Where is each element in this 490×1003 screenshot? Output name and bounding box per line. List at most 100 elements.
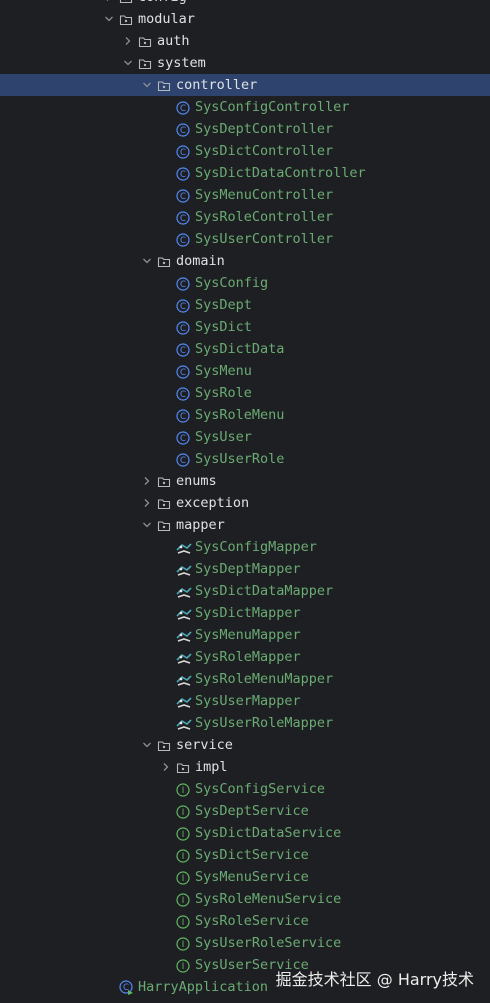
java-interface-icon: I (176, 870, 190, 884)
tree-item-label: impl (195, 756, 228, 778)
chevron-right-icon[interactable] (140, 492, 154, 514)
tree-item-sys-role-menu-mapper[interactable]: SysRoleMenuMapper (0, 668, 490, 690)
tree-folder-auth[interactable]: auth (0, 30, 490, 52)
package-folder-icon (157, 496, 171, 510)
tree-item-sys-dict-data-mapper[interactable]: SysDictDataMapper (0, 580, 490, 602)
tree-item-sys-dict-service[interactable]: ISysDictService (0, 844, 490, 866)
tree-item-sys-role-menu-service[interactable]: I SysRoleMenuService (0, 888, 490, 910)
java-class-icon: C (176, 342, 190, 356)
package-folder-icon (138, 34, 152, 48)
svg-text:C: C (180, 390, 186, 400)
svg-text:C: C (180, 412, 186, 422)
tree-item-label: SysRoleMenuService (195, 888, 341, 910)
tree-item-label: SysDeptService (195, 800, 309, 822)
svg-text:C: C (180, 368, 186, 378)
tree-item-label: SysMenuController (195, 184, 333, 206)
project-tree[interactable]: configmodularauthsystemcontrollerCSysCon… (0, 0, 490, 998)
java-interface-icon: I (176, 914, 190, 928)
tree-folder-impl[interactable]: impl (0, 756, 490, 778)
tree-item-sys-menu-mapper[interactable]: SysMenuMapper (0, 624, 490, 646)
tree-item-sys-dict-mapper[interactable]: SysDictMapper (0, 602, 490, 624)
tree-item-sys-role-service[interactable]: ISysRoleService (0, 910, 490, 932)
chevron-right-icon[interactable] (159, 756, 173, 778)
svg-text:I: I (182, 852, 185, 862)
tree-item-label: SysRoleMenuMapper (195, 668, 333, 690)
tree-folder-service[interactable]: service (0, 734, 490, 756)
tree-item-sys-dict[interactable]: CSysDict (0, 316, 490, 338)
tree-item-sys-dept-mapper[interactable]: SysDeptMapper (0, 558, 490, 580)
java-class-icon: C (176, 386, 190, 400)
tree-folder-system[interactable]: system (0, 52, 490, 74)
tree-folder-controller[interactable]: controller (0, 74, 490, 96)
tree-folder-enums[interactable]: enums (0, 470, 490, 492)
chevron-down-icon[interactable] (140, 734, 154, 756)
tree-item-label: SysRoleMapper (195, 646, 301, 668)
tree-item-sys-dept-controller[interactable]: CSysDeptController (0, 118, 490, 140)
svg-text:I: I (182, 786, 185, 796)
tree-item-sys-role-mapper[interactable]: SysRoleMapper (0, 646, 490, 668)
tree-item-label: SysConfig (195, 272, 268, 294)
chevron-down-icon[interactable] (140, 250, 154, 272)
tree-item-label: controller (176, 74, 257, 96)
tree-item-sys-config-mapper[interactable]: SysConfigMapper (0, 536, 490, 558)
tree-item-sys-config-controller[interactable]: C SysConfigController (0, 96, 490, 118)
chevron-down-icon[interactable] (140, 514, 154, 536)
package-folder-icon (157, 738, 171, 752)
tree-item-sys-menu-controller[interactable]: C SysMenuController (0, 184, 490, 206)
tree-item-sys-user-mapper[interactable]: SysUserMapper (0, 690, 490, 712)
tree-folder-mapper[interactable]: mapper (0, 514, 490, 536)
tree-item-sys-user[interactable]: CSysUser (0, 426, 490, 448)
tree-item-sys-config-service[interactable]: ISysConfigService (0, 778, 490, 800)
tree-item-label: SysUserMapper (195, 690, 301, 712)
tree-item-sys-menu-service[interactable]: ISysMenuService (0, 866, 490, 888)
tree-item-sys-user-role[interactable]: CSysUserRole (0, 448, 490, 470)
java-interface-icon: I (176, 892, 190, 906)
tree-item-sys-dept-service[interactable]: ISysDeptService (0, 800, 490, 822)
chevron-down-icon[interactable] (140, 74, 154, 96)
tree-item-sys-dept[interactable]: CSysDept (0, 294, 490, 316)
tree-folder-modular[interactable]: modular (0, 8, 490, 30)
chevron-right-icon[interactable] (121, 30, 135, 52)
java-interface-icon: I (176, 848, 190, 862)
chevron-right-icon[interactable] (140, 470, 154, 492)
java-class-icon: C (176, 188, 190, 202)
tree-item-label: SysDeptMapper (195, 558, 301, 580)
svg-text:I: I (182, 918, 185, 928)
tree-item-sys-dict-data-controller[interactable]: CSysDictDataController (0, 162, 490, 184)
tree-item-sys-dict-controller[interactable]: CSysDictController (0, 140, 490, 162)
tree-item-label: SysConfigController (195, 96, 349, 118)
tree-folder-config[interactable]: config (0, 0, 490, 8)
tree-item-sys-role[interactable]: CSysRole (0, 382, 490, 404)
tree-item-label: SysMenuMapper (195, 624, 301, 646)
tree-item-sys-role-menu[interactable]: CSysRoleMenu (0, 404, 490, 426)
tree-item-sys-user-role-service[interactable]: ISysUserRoleService (0, 932, 490, 954)
svg-text:I: I (182, 830, 185, 840)
tree-item-sys-user-role-mapper[interactable]: SysUserRoleMapper (0, 712, 490, 734)
java-class-icon: C (176, 210, 190, 224)
chevron-down-icon[interactable] (121, 52, 135, 74)
tree-folder-exception[interactable]: exception (0, 492, 490, 514)
mybatis-mapper-icon (176, 606, 190, 620)
tree-item-label: SysUserRoleMapper (195, 712, 333, 734)
tree-item-sys-user-controller[interactable]: CSysUserController (0, 228, 490, 250)
tree-item-label: SysUserRoleService (195, 932, 341, 954)
tree-item-label: SysDictDataController (195, 162, 366, 184)
package-folder-icon (138, 56, 152, 70)
svg-text:C: C (180, 236, 186, 246)
chevron-down-icon[interactable] (102, 8, 116, 30)
tree-item-label: SysUserRole (195, 448, 284, 470)
chevron-right-icon[interactable] (102, 0, 116, 8)
svg-text:C: C (180, 126, 186, 136)
tree-item-label: SysDept (195, 294, 252, 316)
tree-folder-domain[interactable]: domain (0, 250, 490, 272)
tree-item-label: SysDictDataService (195, 822, 341, 844)
svg-text:C: C (180, 104, 186, 114)
tree-item-sys-menu[interactable]: CSysMenu (0, 360, 490, 382)
mybatis-mapper-icon (176, 672, 190, 686)
tree-item-sys-config[interactable]: CSysConfig (0, 272, 490, 294)
svg-text:C: C (180, 148, 186, 158)
tree-item-sys-role-controller[interactable]: CSysRoleController (0, 206, 490, 228)
svg-text:I: I (182, 896, 185, 906)
tree-item-sys-dict-data[interactable]: CSysDictData (0, 338, 490, 360)
tree-item-sys-dict-data-service[interactable]: I SysDictDataService (0, 822, 490, 844)
